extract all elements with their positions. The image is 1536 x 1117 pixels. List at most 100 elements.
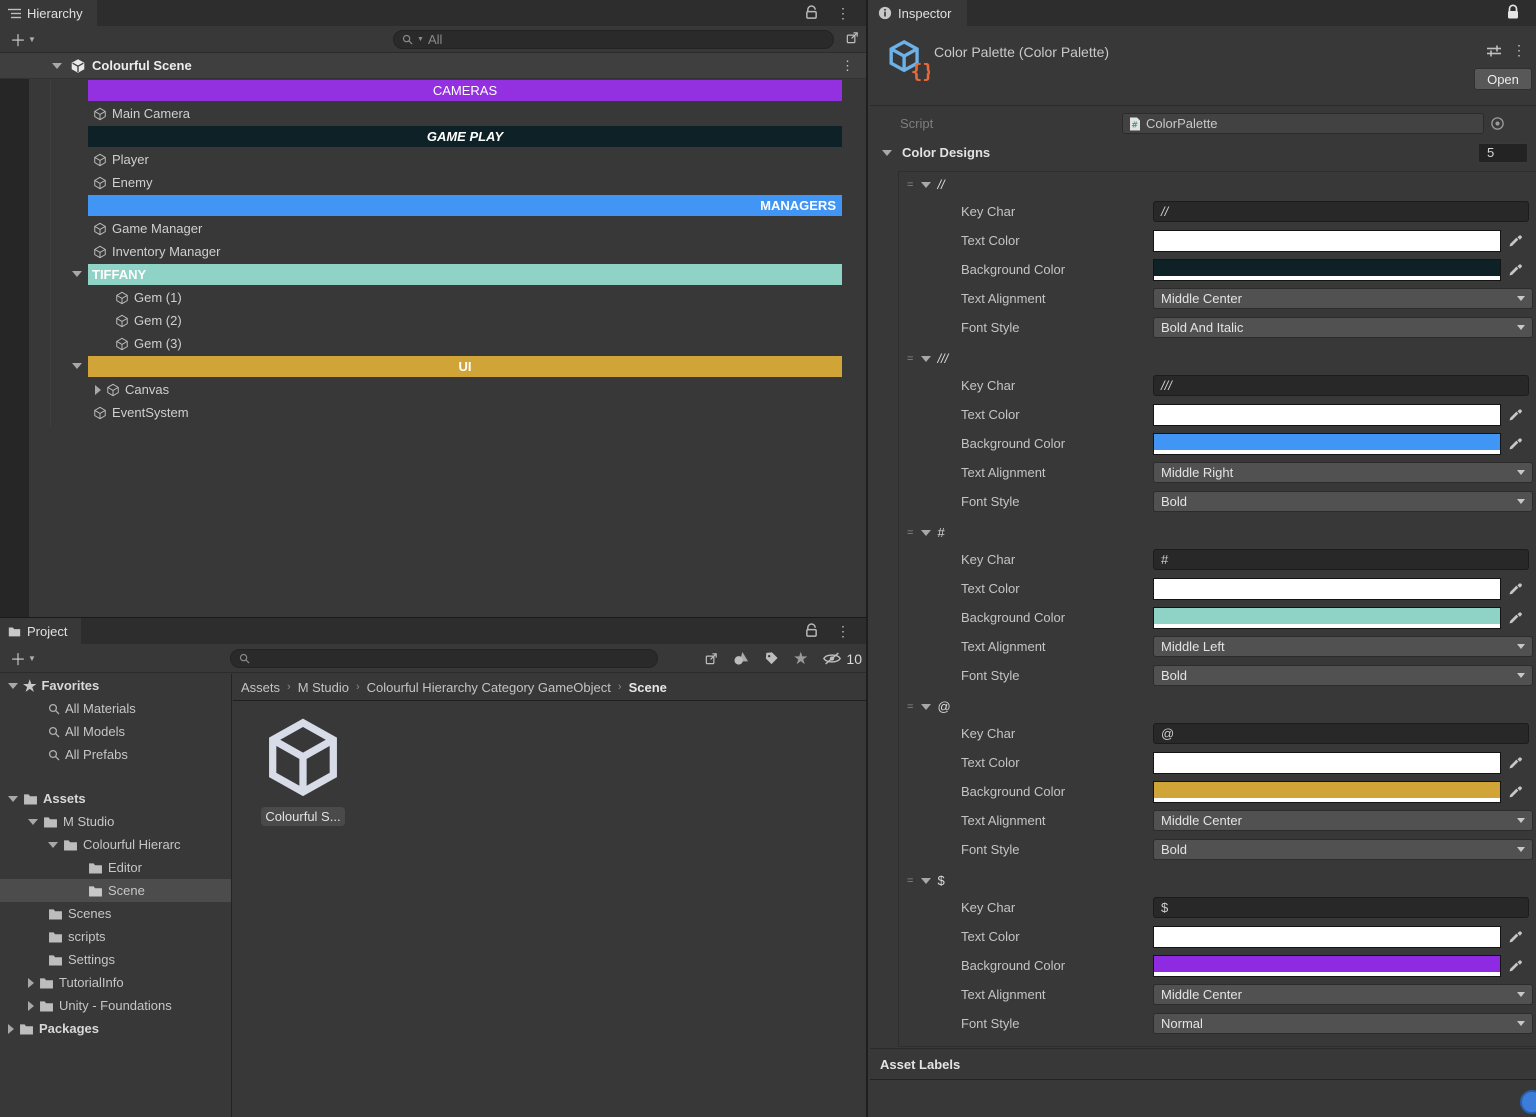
open-window-icon[interactable] [845,30,860,45]
tree-item-m-studio[interactable]: M Studio [0,810,231,833]
key-char-field[interactable]: // [1153,201,1529,222]
hidden-count-icon[interactable] [822,651,842,666]
text-alignment-dropdown[interactable]: Middle Center [1153,288,1533,309]
filter-by-label-icon[interactable] [764,651,779,666]
key-char-field[interactable]: # [1153,549,1529,570]
foldout-arrow-icon[interactable] [28,819,38,825]
hierarchy-item-game-manager[interactable]: Game Manager [0,217,866,240]
text-alignment-dropdown[interactable]: Middle Left [1153,636,1533,657]
array-size-field[interactable]: 5 [1478,143,1528,163]
font-style-dropdown[interactable]: Bold [1153,491,1533,512]
tree-item-scripts[interactable]: scripts [0,925,231,948]
drag-handle-icon[interactable]: = [907,531,913,535]
drag-handle-icon[interactable]: = [907,879,913,883]
favorites-star-icon[interactable]: ★ [793,649,808,669]
hierarchy-item-player[interactable]: Player [0,148,866,171]
script-object-field[interactable]: # ColorPalette [1122,113,1484,134]
text-alignment-dropdown[interactable]: Middle Center [1153,810,1533,831]
eyedropper-icon[interactable] [1508,611,1522,625]
background-color-swatch[interactable] [1153,607,1501,629]
tree-item-packages[interactable]: Packages [0,1017,231,1040]
hierarchy-banner-cameras[interactable]: CAMERAS [0,79,866,102]
create-asset-button[interactable]: ＋▼ [0,646,42,670]
hierarchy-search-input[interactable]: ▼ All [393,30,834,49]
text-alignment-dropdown[interactable]: Middle Right [1153,462,1533,483]
key-char-field[interactable]: /// [1153,375,1529,396]
drag-handle-icon[interactable]: = [907,705,913,709]
eyedropper-icon[interactable] [1508,234,1522,248]
text-color-swatch[interactable] [1153,230,1501,252]
hierarchy-item-inventory-manager[interactable]: Inventory Manager [0,240,866,263]
filter-by-type-icon[interactable] [733,651,750,666]
design-group-header[interactable]: = // [899,172,1536,197]
project-search-input[interactable] [230,649,658,668]
key-char-field[interactable]: $ [1153,897,1529,918]
tree-item-assets[interactable]: Assets [0,787,231,810]
tree-item-all-prefabs[interactable]: All Prefabs [0,743,231,766]
color-designs-foldout[interactable]: Color Designs 5 [870,141,1536,164]
foldout-arrow-icon[interactable] [72,271,82,277]
design-group-header[interactable]: = /// [899,346,1536,371]
scene-row[interactable]: Colourful Scene ⋮ [0,53,866,79]
lock-open-icon[interactable] [797,5,826,20]
foldout-arrow-icon[interactable] [8,796,18,802]
font-style-dropdown[interactable]: Normal [1153,1013,1533,1034]
hierarchy-item-canvas[interactable]: Canvas [0,378,866,401]
foldout-arrow-icon[interactable] [921,704,931,710]
tree-item-unity-foundations[interactable]: Unity - Foundations [0,994,231,1017]
tree-item-settings[interactable]: Settings [0,948,231,971]
hierarchy-item-gem-3[interactable]: Gem (3) [0,332,866,355]
kebab-menu-icon[interactable]: ⋮ [828,623,858,640]
design-group-header[interactable]: = @ [899,694,1536,719]
foldout-arrow-icon[interactable] [921,878,931,884]
kebab-menu-icon[interactable]: ⋮ [828,5,858,22]
tree-item-editor[interactable]: Editor [0,856,231,879]
add-gameobject-button[interactable]: ＋▼ [0,27,42,51]
foldout-arrow-icon[interactable] [921,182,931,188]
hierarchy-banner-managers[interactable]: MANAGERS [0,194,866,217]
text-color-swatch[interactable] [1153,752,1501,774]
breadcrumb-m-studio[interactable]: M Studio [298,680,349,695]
foldout-arrow-icon[interactable] [8,683,18,689]
hierarchy-banner-tiffany[interactable]: TIFFANY [0,263,866,286]
key-char-field[interactable]: @ [1153,723,1529,744]
background-color-swatch[interactable] [1153,433,1501,455]
expand-arrow-icon[interactable] [95,385,101,395]
tab-project[interactable]: Project [0,618,81,644]
font-style-dropdown[interactable]: Bold [1153,665,1533,686]
foldout-arrow-icon[interactable] [52,63,62,69]
hierarchy-item-enemy[interactable]: Enemy [0,171,866,194]
text-alignment-dropdown[interactable]: Middle Center [1153,984,1533,1005]
drag-handle-icon[interactable]: = [907,357,913,361]
eyedropper-icon[interactable] [1508,408,1522,422]
lock-open-icon[interactable] [797,623,826,638]
background-color-swatch[interactable] [1153,955,1501,977]
tab-hierarchy[interactable]: Hierarchy [0,0,97,26]
tree-item-all-materials[interactable]: All Materials [0,697,231,720]
background-color-swatch[interactable] [1153,259,1501,281]
tree-item-favorites[interactable]: ★Favorites [0,674,231,697]
expand-arrow-icon[interactable] [8,1024,14,1034]
font-style-dropdown[interactable]: Bold [1153,839,1533,860]
scene-kebab-icon[interactable]: ⋮ [841,58,854,74]
hierarchy-item-gem-1[interactable]: Gem (1) [0,286,866,309]
presets-icon[interactable] [1486,44,1502,58]
text-color-swatch[interactable] [1153,578,1501,600]
object-picker-icon[interactable] [1490,116,1505,131]
tree-item-scenes[interactable]: Scenes [0,902,231,925]
eyedropper-icon[interactable] [1508,263,1522,277]
kebab-menu-icon[interactable]: ⋮ [1512,42,1526,59]
hierarchy-item-gem-2[interactable]: Gem (2) [0,309,866,332]
notification-dot[interactable] [1520,1090,1536,1114]
hierarchy-banner-ui[interactable]: UI [0,355,866,378]
text-color-swatch[interactable] [1153,926,1501,948]
eyedropper-icon[interactable] [1508,930,1522,944]
drag-handle-icon[interactable]: = [907,183,913,187]
design-group-header[interactable]: = # [899,520,1536,545]
breadcrumb-scene[interactable]: Scene [629,680,667,695]
hierarchy-item-main-camera[interactable]: Main Camera [0,102,866,125]
foldout-arrow-icon[interactable] [48,842,58,848]
asset-colourful-scene[interactable]: Colourful S... [258,718,348,826]
hierarchy-item-eventsystem[interactable]: EventSystem [0,401,866,424]
hierarchy-banner-gameplay[interactable]: GAME PLAY [0,125,866,148]
